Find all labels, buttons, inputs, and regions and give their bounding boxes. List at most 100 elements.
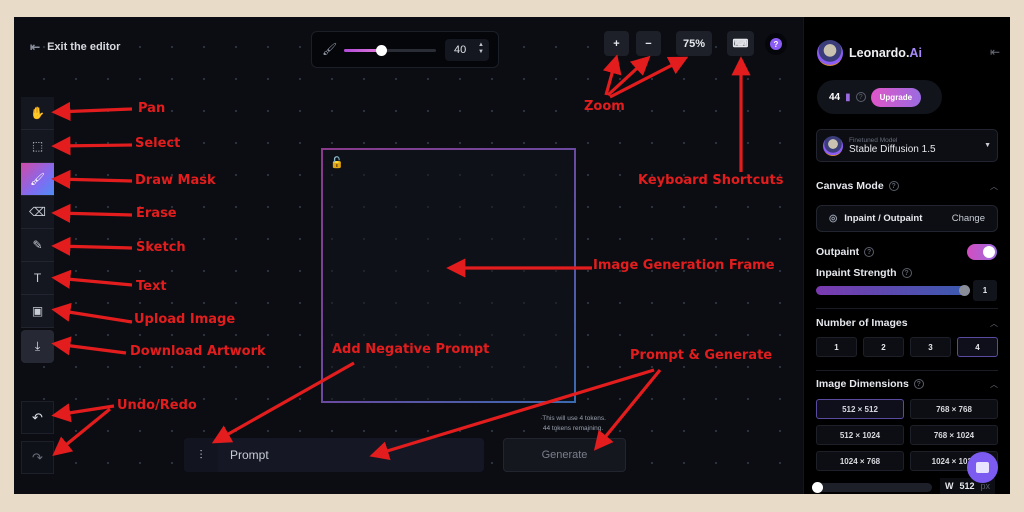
help-circle-icon[interactable]: ? [888,181,899,191]
canvas-mode-heading: Canvas Mode? [816,180,899,192]
keyboard-shortcuts-button[interactable]: ⌨ [727,31,754,56]
chat-support-button[interactable] [967,452,998,483]
annotation-add-negative-prompt: Add Negative Prompt [332,342,490,357]
annotation-image-generation-frame: Image Generation Frame [593,258,775,273]
undo-button[interactable]: ↶ [21,401,54,434]
model-selector[interactable]: Finetuned Model Stable Diffusion 1.5 ▼ [816,129,998,162]
change-mode-button[interactable]: Change [952,213,985,224]
inpaint-strength-slider[interactable] [816,285,970,296]
tool-draw-mask[interactable]: 🖌 [21,163,54,196]
brush-icon: 🖌 [29,172,46,186]
num-images-option[interactable]: 4 [957,337,998,357]
arrow-left-bar-icon: ⇤ [30,40,41,54]
annotation-draw-mask: Draw Mask [135,173,216,188]
palette-icon: ◎ [829,213,838,224]
dimension-option[interactable]: 768 × 768 [910,399,998,419]
tokens-remaining-line: 44 tokens remaining. [542,425,604,432]
upgrade-button[interactable]: Upgrade [870,87,922,107]
image-dimensions-heading: Image Dimensions? [816,378,924,390]
chat-icon [976,462,989,473]
keyboard-icon: ⌨ [732,38,749,50]
model-name: Stable Diffusion 1.5 [849,143,936,155]
unlock-icon[interactable]: 🔓 [330,156,344,169]
width-slider[interactable] [812,482,932,493]
question-icon: ? [770,38,782,50]
brush-size-slider[interactable] [344,45,436,56]
zoom-level[interactable]: 75% [676,31,712,56]
exit-editor-label: Exit the editor [47,41,121,53]
annotation-undo-redo: Undo/Redo [117,398,197,413]
spinner-arrows-icon[interactable]: ▲ ▼ [478,42,484,56]
redo-button[interactable]: ↷ [21,441,54,474]
dimension-option[interactable]: 768 × 1024 [910,425,998,445]
dimension-option[interactable]: 1024 × 768 [816,451,904,471]
undo-icon: ↶ [32,409,43,425]
width-slider-thumb[interactable] [812,482,823,493]
annotation-pan: Pan [138,101,166,116]
tool-select[interactable]: ⬚ [21,130,54,163]
divider [816,370,998,371]
annotation-erase: Erase [136,206,177,221]
dimension-option[interactable]: 512 × 512 [816,399,904,419]
leonardo-logo-icon [817,40,843,66]
annotation-upload-image: Upload Image [134,312,236,327]
eraser-icon: ⌫ [29,205,46,219]
select-icon: ⬚ [31,139,44,153]
outpaint-toggle[interactable] [967,244,997,260]
image-generation-frame[interactable]: 🔓 [321,148,576,403]
number-of-images-options: 1234 [816,337,998,357]
collapse-panel-icon[interactable]: ⇤ [990,45,1000,59]
annotation-select: Select [135,136,181,151]
brush-size-value: 40 [454,44,467,56]
model-avatar-icon [823,135,843,156]
help-circle-icon[interactable]: ? [913,379,924,389]
number-of-images-heading: Number of Images [816,317,908,329]
token-icon: ▮ [845,91,851,103]
tool-upload-image[interactable]: ▣ [21,295,54,328]
annotation-prompt-generate: Prompt & Generate [630,348,773,363]
divider [816,308,998,309]
negative-prompt-button[interactable]: ⫶ [184,438,218,472]
token-count: 44 [829,91,841,103]
token-cost-line: ·This will use 4 tokens. [540,415,606,422]
image-icon: ▣ [31,304,44,318]
tool-sidebar: ✋ ⬚ 🖌 ⌫ ✎ T ▣ [21,97,54,328]
width-value: 512 [959,481,975,491]
generate-button[interactable]: Generate [503,438,626,472]
tool-text[interactable]: T [21,262,54,295]
brush-size-input[interactable]: 40 ▲ ▼ [445,39,489,61]
annotation-sketch: Sketch [136,240,186,255]
download-artwork-button[interactable]: ⤓ [21,330,54,363]
tool-erase[interactable]: ⌫ [21,196,54,229]
prompt-input[interactable] [218,448,484,462]
annotation-zoom: Zoom [584,99,625,114]
width-label: W [945,481,954,491]
inpaint-strength-thumb[interactable] [959,285,970,296]
tool-sketch[interactable]: ✎ [21,229,54,262]
model-type-label: Finetuned Model [849,136,898,144]
brush-size-control: 🖌 40 ▲ ▼ [311,31,499,68]
canvas-mode-value: Inpaint / Outpaint [844,213,923,224]
chevron-up-icon[interactable]: ︿ [990,379,998,390]
zoom-in-button[interactable]: + [604,31,629,56]
tool-pan[interactable]: ✋ [21,97,54,130]
settings-panel: Leonardo.Ai ⇤ 44 ▮ ? Upgrade Finetuned M… [803,17,1010,494]
num-images-option[interactable]: 2 [863,337,904,357]
num-images-option[interactable]: 1 [816,337,857,357]
zoom-out-button[interactable]: − [636,31,661,56]
help-button[interactable]: ? [765,33,787,55]
brand-name: Leonardo.Ai [849,46,922,60]
outpaint-label: Outpaint? [816,246,875,258]
inpaint-strength-value[interactable]: 1 [973,280,997,301]
chevron-up-icon[interactable]: ︿ [990,318,998,329]
chevron-up-icon[interactable]: ︿ [990,181,998,192]
help-circle-icon[interactable]: ? [855,92,866,102]
text-icon: T [33,271,42,285]
num-images-option[interactable]: 3 [910,337,951,357]
help-circle-icon[interactable]: ? [901,268,912,278]
dimension-option[interactable]: 512 × 1024 [816,425,904,445]
redo-icon: ↷ [32,449,43,465]
exit-editor-button[interactable]: ⇤ Exit the editor [30,40,120,54]
help-circle-icon[interactable]: ? [864,247,875,257]
brush-size-thumb[interactable] [375,45,387,56]
